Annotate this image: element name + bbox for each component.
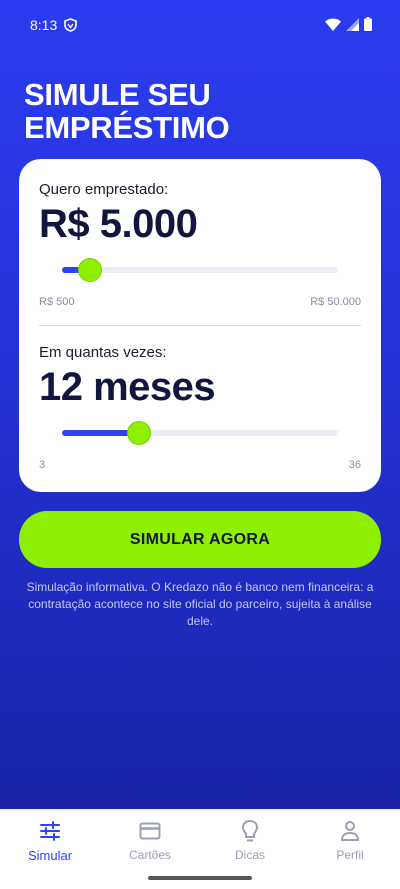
nav-label-perfil: Perfil	[336, 848, 364, 862]
wifi-icon	[325, 18, 341, 31]
amount-label: Quero emprestado:	[39, 181, 169, 198]
amount-slider[interactable]	[62, 258, 338, 282]
sliders-icon	[0, 818, 100, 844]
page-title: SIMULE SEU EMPRÉSTIMO	[24, 77, 230, 145]
signal-icon	[346, 17, 359, 31]
system-icons	[325, 17, 372, 31]
nav-item-dicas[interactable]: Dicas	[200, 818, 300, 862]
battery-icon	[364, 17, 372, 31]
term-min: 3	[39, 459, 46, 471]
amount-min: R$ 500	[39, 296, 75, 308]
disclaimer-text: Simulação informativa. O Kredazo não é b…	[26, 580, 374, 628]
vpn-icon	[64, 18, 77, 35]
simulate-button[interactable]: SIMULAR AGORA	[19, 511, 381, 568]
status-time: 8:13	[30, 17, 58, 33]
amount-max: R$ 50.000	[310, 296, 361, 308]
card-icon	[100, 818, 200, 844]
term-value: 12 meses	[39, 365, 216, 409]
card-divider	[39, 325, 361, 326]
nav-label-cartoes: Cartões	[128, 848, 172, 862]
nav-item-cartoes[interactable]: Cartões	[100, 818, 200, 862]
term-slider[interactable]	[62, 421, 338, 445]
nav-label-simular: Simular	[27, 848, 73, 863]
lightbulb-icon	[200, 818, 300, 844]
amount-value: R$ 5.000	[39, 202, 198, 246]
person-icon	[300, 818, 400, 844]
simulation-card: Quero emprestado: R$ 5.000 R$ 500 R$ 50.…	[19, 159, 381, 492]
term-max: 36	[348, 459, 361, 471]
nav-item-perfil[interactable]: Perfil	[300, 818, 400, 862]
status-bar: 8:13	[0, 0, 400, 50]
nav-label-dicas: Dicas	[234, 848, 265, 862]
amount-slider-thumb[interactable]	[77, 258, 102, 282]
term-slider-thumb[interactable]	[127, 421, 152, 445]
home-indicator	[148, 876, 252, 880]
nav-item-simular[interactable]: Simular	[0, 818, 100, 863]
term-label: Em quantas vezes:	[39, 344, 167, 361]
